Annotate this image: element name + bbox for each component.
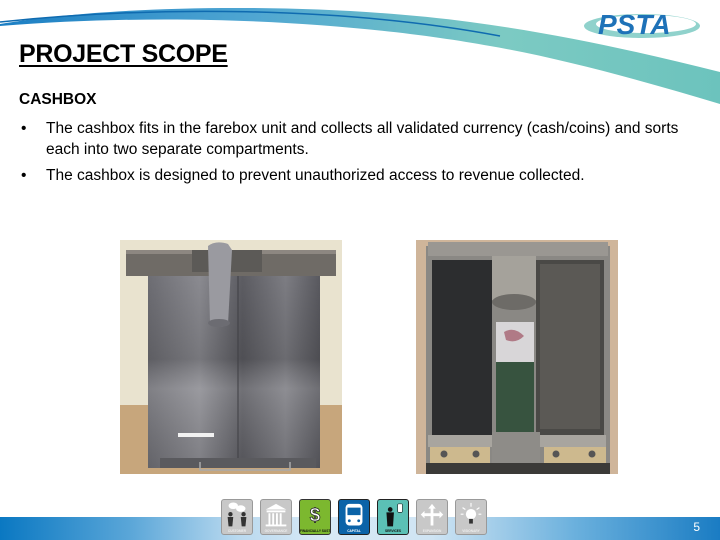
page-title: PROJECT SCOPE — [19, 40, 228, 68]
tile-label: VISIONARY — [462, 529, 480, 533]
tile-customer: CUSTOMER — [221, 499, 253, 535]
bullet-text: The cashbox fits in the farebox unit and… — [46, 120, 679, 158]
tile-capital: CAPITAL — [338, 499, 370, 535]
page-number: 5 — [693, 520, 700, 534]
tile-expansion: EXPANSION — [416, 499, 448, 535]
bullet-text: The cashbox is designed to prevent unaut… — [46, 167, 585, 184]
tile-label: FINANCIALLY SUSTAINABLE — [300, 529, 330, 533]
tile-services: SERVICES — [377, 499, 409, 535]
tile-label: GOVERNANCE — [264, 529, 288, 533]
bullet-list: • The cashbox fits in the farebox unit a… — [19, 118, 709, 191]
bullet-icon: • — [21, 167, 27, 184]
tile-label: SERVICES — [384, 529, 402, 533]
cashbox-open-photo — [416, 240, 618, 474]
strategy-icon-strip: CUSTOMER GOVERNANCE $ FINANCIALLY SUSTAI… — [221, 499, 487, 537]
tile-label: CAPITAL — [347, 529, 361, 533]
svg-text:$: $ — [310, 504, 321, 525]
bullet-item: • The cashbox fits in the farebox unit a… — [19, 118, 709, 160]
logo-text: PSTA — [598, 9, 671, 40]
cashbox-closed-photo — [120, 240, 342, 474]
psta-logo: PSTA — [584, 9, 700, 40]
tile-label: EXPANSION — [422, 529, 442, 533]
tile-visionary: VISIONARY — [455, 499, 487, 535]
tile-label: CUSTOMER — [227, 529, 247, 533]
section-subtitle: CASHBOX — [19, 91, 97, 108]
tile-governance: GOVERNANCE — [260, 499, 292, 535]
bullet-icon: • — [21, 120, 27, 137]
bullet-item: • The cashbox is designed to prevent una… — [19, 165, 709, 186]
tile-financially-sustainable: $ FINANCIALLY SUSTAINABLE — [299, 499, 331, 535]
